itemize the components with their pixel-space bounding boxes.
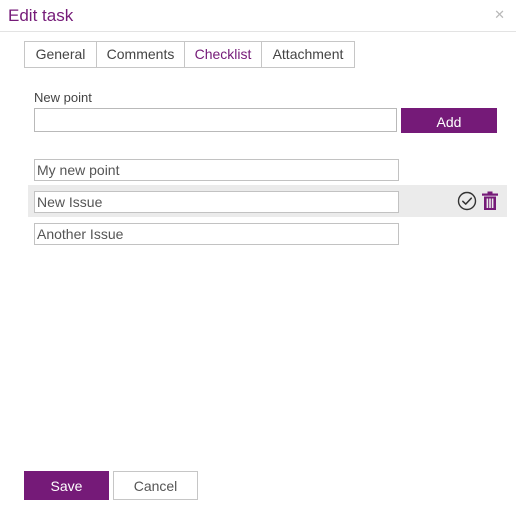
checklist-item <box>28 217 507 249</box>
tab-general[interactable]: General <box>24 41 97 68</box>
checklist <box>28 153 507 249</box>
close-icon[interactable]: ✕ <box>494 8 505 22</box>
checklist-item <box>28 185 507 217</box>
tab-bar: General Comments Checklist Attachment <box>24 41 355 68</box>
dialog-title: Edit task <box>8 6 74 25</box>
checklist-item-actions <box>456 190 501 212</box>
trash-icon[interactable] <box>479 190 501 212</box>
checklist-item-input[interactable] <box>34 191 399 213</box>
edit-task-dialog: Edit task ✕ General Comments Checklist A… <box>0 0 516 513</box>
check-circle-icon[interactable] <box>456 190 478 212</box>
save-button[interactable]: Save <box>24 471 109 500</box>
new-point-label: New point <box>34 90 92 105</box>
add-button[interactable]: Add <box>401 108 497 133</box>
tab-attachment[interactable]: Attachment <box>261 41 355 68</box>
checklist-item-input[interactable] <box>34 223 399 245</box>
tab-comments[interactable]: Comments <box>96 41 185 68</box>
checklist-item <box>28 153 507 185</box>
checklist-item-input[interactable] <box>34 159 399 181</box>
dialog-header: Edit task ✕ <box>0 0 516 32</box>
cancel-button[interactable]: Cancel <box>113 471 198 500</box>
tab-checklist[interactable]: Checklist <box>184 41 262 68</box>
new-point-input[interactable] <box>34 108 397 132</box>
